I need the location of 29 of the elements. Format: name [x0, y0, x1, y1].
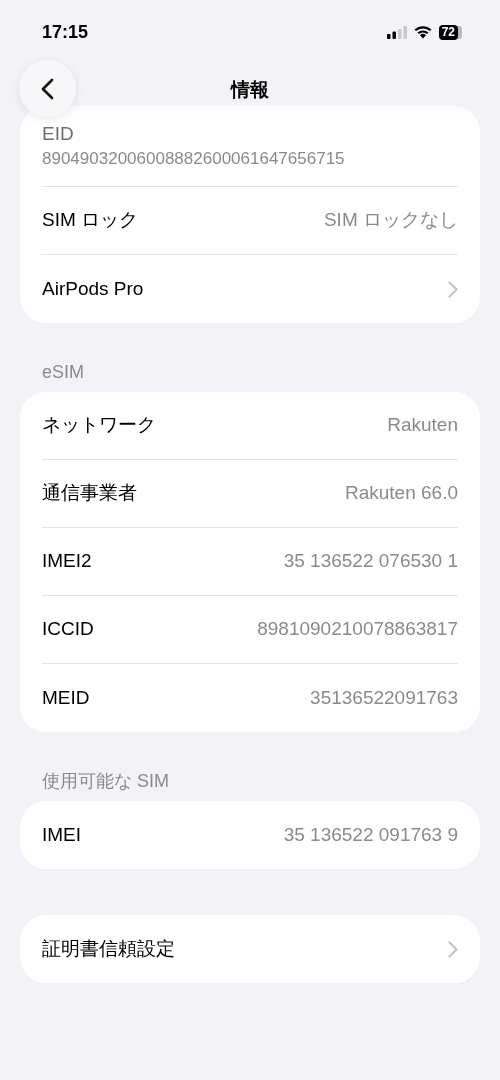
chevron-icon — [448, 280, 458, 298]
row-label: IMEI2 — [42, 549, 92, 574]
row-label: EID — [42, 122, 75, 146]
page-title: 情報 — [229, 78, 270, 102]
row-label: SIM ロック — [42, 208, 139, 233]
row-value: 35 136522 091763 9 — [283, 822, 458, 847]
section-header: 使用可能な SIM — [41, 770, 170, 792]
row-value: 35136522091763 — [310, 685, 458, 710]
row-label: ネットワーク — [42, 413, 156, 438]
row-label: 通信事業者 — [42, 481, 137, 506]
row-label: 証明書信頼設定 — [42, 936, 175, 961]
status-time: 17:15 — [42, 20, 89, 44]
row-value: SIM ロックなし — [323, 208, 458, 233]
row-value: Rakuten 66.0 — [344, 481, 458, 506]
row-value: 89049032006008882600061647656715 — [42, 148, 346, 170]
back-chevron-icon — [41, 77, 54, 100]
chevron-icon — [448, 940, 458, 958]
signal-icon — [386, 25, 407, 39]
row-label: MEID — [42, 685, 90, 710]
section-header: eSIM — [41, 361, 85, 383]
list-item[interactable]: AirPods Pro — [42, 255, 458, 323]
wifi-icon — [412, 25, 433, 39]
row-label: ICCID — [42, 617, 94, 642]
row-value: Rakuten — [387, 413, 458, 438]
row-value: 35 136522 076530 1 — [283, 549, 458, 574]
row-value: 8981090210078863817 — [257, 617, 458, 642]
row-label: IMEI — [42, 822, 82, 847]
row-label: AirPods Pro — [42, 276, 144, 301]
list-item[interactable]: 証明書信頼設定 — [42, 915, 458, 983]
